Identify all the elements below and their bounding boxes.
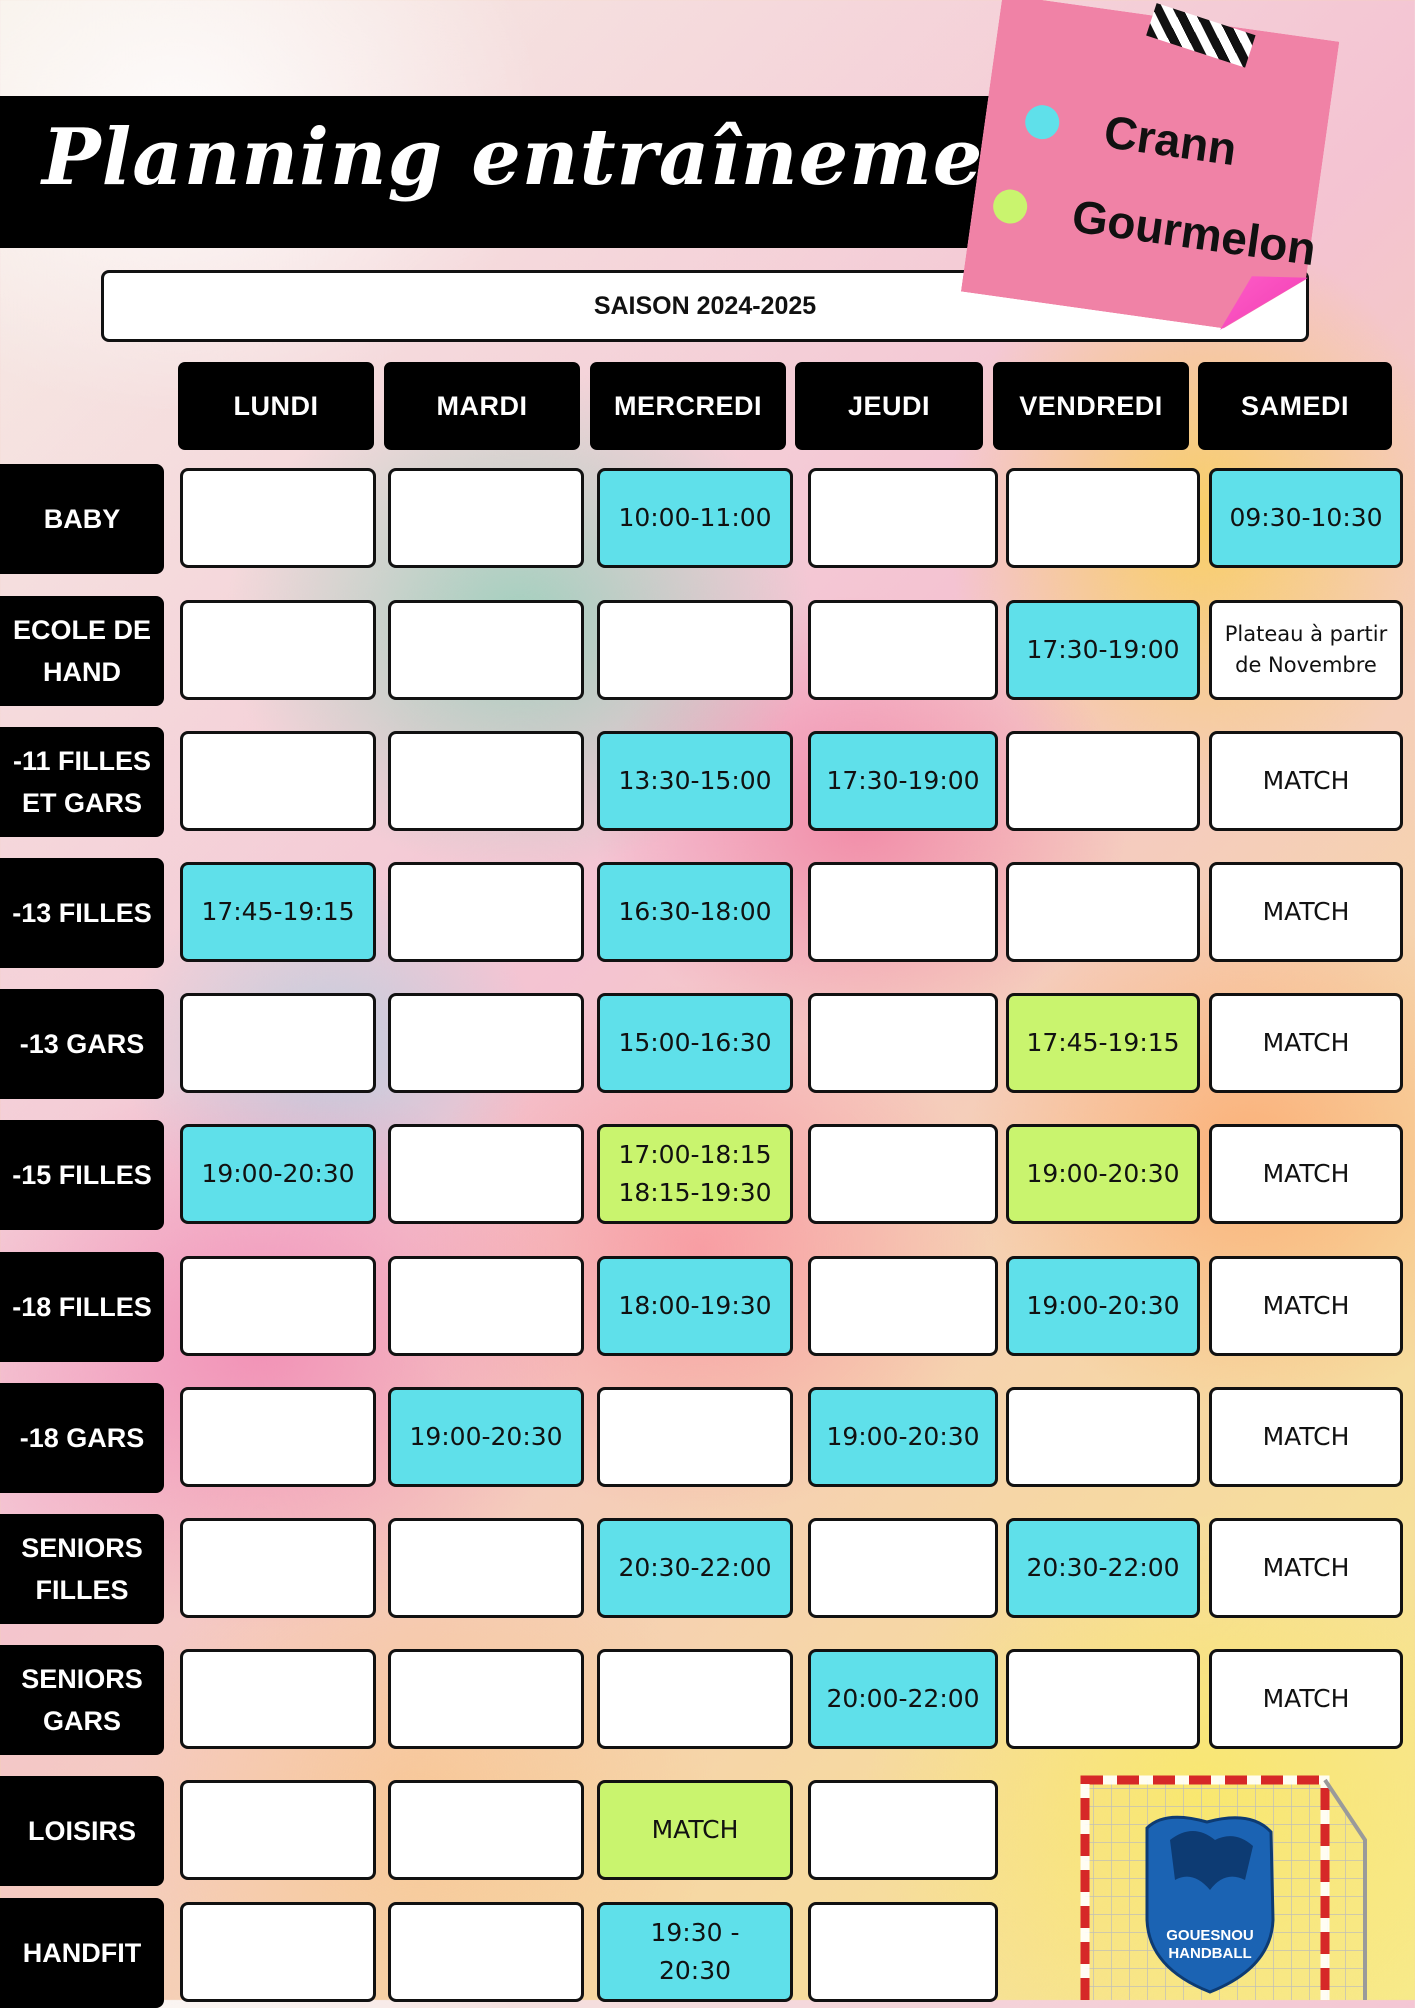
schedule-cell-mercredi: 15:00-16:30 [597, 993, 793, 1093]
schedule-cell-jeudi [808, 862, 998, 962]
day-header-vendredi: VENDREDI [993, 362, 1189, 450]
schedule-cell-mercredi: 18:00-19:30 [597, 1256, 793, 1356]
schedule-cell-jeudi [808, 1518, 998, 1618]
page-title: Planning entraînements [42, 112, 1124, 203]
category-label: -13 FILLES [0, 858, 164, 968]
category-label: SENIORS GARS [0, 1645, 164, 1755]
schedule-cell-mardi [388, 600, 584, 700]
schedule-cell-mercredi [597, 600, 793, 700]
schedule-cell-lundi [180, 1902, 376, 2002]
category-label: BABY [0, 464, 164, 574]
schedule-cell-mercredi: 13:30-15:00 [597, 731, 793, 831]
schedule-cell-mardi [388, 1124, 584, 1224]
schedule-cell-vendredi: 20:30-22:00 [1006, 1518, 1200, 1618]
schedule-cell-jeudi [808, 468, 998, 568]
schedule-cell-samedi: MATCH [1209, 1124, 1403, 1224]
schedule-cell-vendredi [1006, 731, 1200, 831]
schedule-cell-lundi: 19:00-20:30 [180, 1124, 376, 1224]
schedule-cell-samedi: MATCH [1209, 1518, 1403, 1618]
schedule-cell-mercredi [597, 1649, 793, 1749]
schedule-cell-lundi [180, 1256, 376, 1356]
svg-text:GOUESNOU: GOUESNOU [1166, 1927, 1254, 1944]
legend-sticky-note: Crann Gourmelon [961, 0, 1359, 342]
day-header-lundi: LUNDI [178, 362, 374, 450]
category-label: SENIORS FILLES [0, 1514, 164, 1624]
schedule-cell-mercredi: 16:30-18:00 [597, 862, 793, 962]
schedule-cell-mardi [388, 1780, 584, 1880]
schedule-cell-samedi: 09:30-10:30 [1209, 468, 1403, 568]
schedule-cell-vendredi: 19:00-20:30 [1006, 1256, 1200, 1356]
schedule-cell-mardi [388, 1518, 584, 1618]
schedule-cell-mardi: 19:00-20:30 [388, 1387, 584, 1487]
category-label: -18 GARS [0, 1383, 164, 1493]
schedule-cell-vendredi: 19:00-20:30 [1006, 1124, 1200, 1224]
schedule-cell-mercredi: 20:30-22:00 [597, 1518, 793, 1618]
schedule-cell-samedi: Plateau à partir de Novembre [1209, 600, 1403, 700]
schedule-cell-mardi [388, 993, 584, 1093]
legend-dot-crann [1023, 102, 1062, 142]
schedule-cell-lundi [180, 600, 376, 700]
schedule-cell-jeudi: 17:30-19:00 [808, 731, 998, 831]
schedule-cell-mardi [388, 1256, 584, 1356]
schedule-cell-lundi [180, 1649, 376, 1749]
schedule-cell-mardi [388, 862, 584, 962]
day-header-mercredi: MERCREDI [590, 362, 786, 450]
schedule-cell-lundi [180, 468, 376, 568]
schedule-cell-vendredi [1006, 862, 1200, 962]
day-header-jeudi: JEUDI [795, 362, 983, 450]
schedule-cell-vendredi [1006, 1387, 1200, 1487]
schedule-cell-mercredi: 17:00-18:15 18:15-19:30 [597, 1124, 793, 1224]
schedule-cell-vendredi: 17:30-19:00 [1006, 600, 1200, 700]
legend-dot-gourmelon [990, 187, 1030, 226]
schedule-cell-mardi [388, 731, 584, 831]
schedule-cell-lundi [180, 1518, 376, 1618]
goal-logo: GOUESNOU HANDBALL [1080, 1775, 1367, 2000]
schedule-cell-jeudi [808, 600, 998, 700]
schedule-cell-vendredi [1006, 468, 1200, 568]
category-label: HANDFIT [0, 1898, 164, 2008]
schedule-cell-jeudi [808, 1902, 998, 2002]
category-label: -13 GARS [0, 989, 164, 1099]
schedule-cell-jeudi [808, 1780, 998, 1880]
svg-text:HANDBALL: HANDBALL [1168, 1945, 1251, 1962]
day-header-samedi: SAMEDI [1198, 362, 1392, 450]
schedule-cell-samedi: MATCH [1209, 993, 1403, 1093]
schedule-cell-jeudi: 19:00-20:30 [808, 1387, 998, 1487]
schedule-cell-mardi [388, 468, 584, 568]
schedule-cell-lundi [180, 731, 376, 831]
category-label: -15 FILLES [0, 1120, 164, 1230]
category-label: -11 FILLES ET GARS [0, 727, 164, 837]
schedule-cell-samedi: MATCH [1209, 862, 1403, 962]
day-header-mardi: MARDI [384, 362, 580, 450]
schedule-cell-jeudi [808, 993, 998, 1093]
schedule-cell-jeudi [808, 1124, 998, 1224]
schedule-cell-jeudi [808, 1256, 998, 1356]
schedule-cell-vendredi [1006, 1649, 1200, 1749]
schedule-cell-samedi: MATCH [1209, 1256, 1403, 1356]
category-label: LOISIRS [0, 1776, 164, 1886]
schedule-cell-lundi [180, 1780, 376, 1880]
schedule-cell-samedi: MATCH [1209, 731, 1403, 831]
schedule-cell-lundi: 17:45-19:15 [180, 862, 376, 962]
schedule-cell-lundi [180, 1387, 376, 1487]
schedule-cell-vendredi: 17:45-19:15 [1006, 993, 1200, 1093]
schedule-cell-samedi: MATCH [1209, 1649, 1403, 1749]
schedule-cell-jeudi: 20:00-22:00 [808, 1649, 998, 1749]
schedule-cell-mercredi: MATCH [597, 1780, 793, 1880]
category-label: -18 FILLES [0, 1252, 164, 1362]
schedule-cell-mardi [388, 1902, 584, 2002]
schedule-cell-mercredi: 19:30 - 20:30 [597, 1902, 793, 2002]
category-label: ECOLE DE HAND [0, 596, 164, 706]
schedule-cell-lundi [180, 993, 376, 1093]
schedule-cell-mardi [388, 1649, 584, 1749]
schedule-cell-mercredi: 10:00-11:00 [597, 468, 793, 568]
schedule-cell-mercredi [597, 1387, 793, 1487]
schedule-cell-samedi: MATCH [1209, 1387, 1403, 1487]
